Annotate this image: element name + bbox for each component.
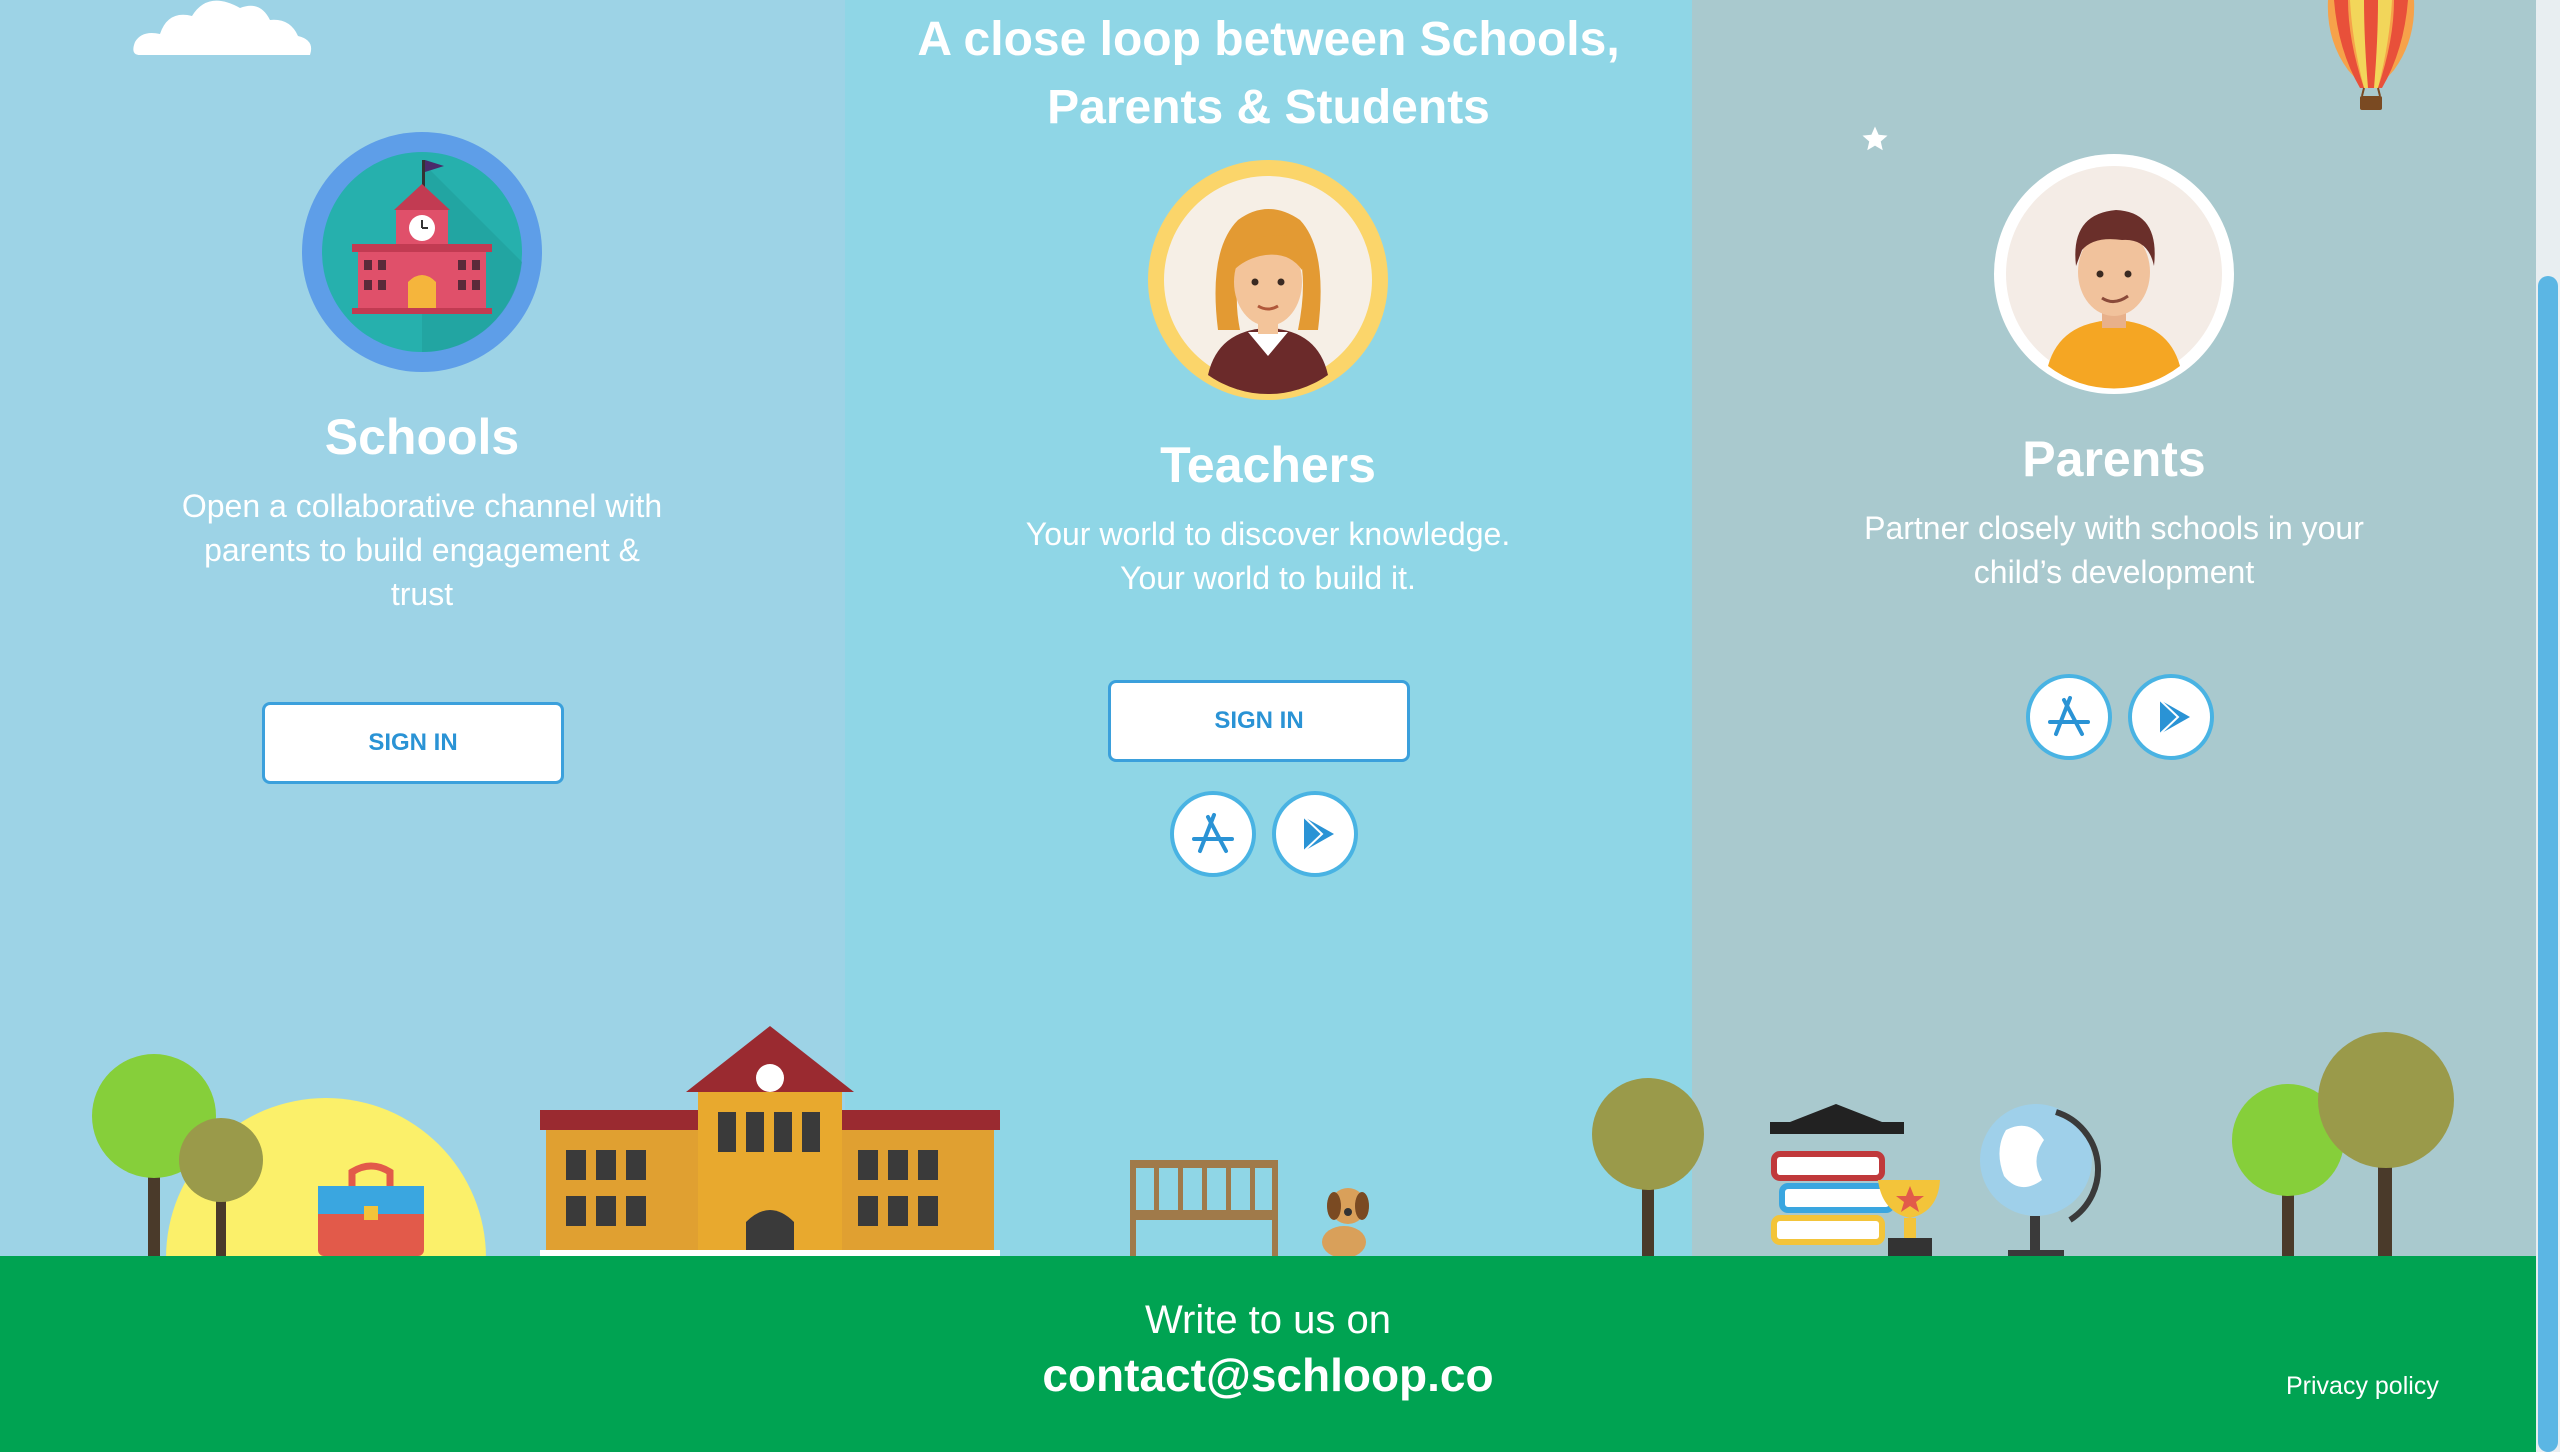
play-store-icon bbox=[2159, 699, 2190, 735]
parents-title: Parents bbox=[2022, 431, 2206, 487]
hot-air-balloon-icon bbox=[2327, 0, 2415, 110]
scrollbar-thumb[interactable] bbox=[2538, 276, 2558, 1452]
teachers-play-store-button[interactable] bbox=[1272, 791, 1358, 877]
teacher-avatar-icon bbox=[1148, 160, 1388, 400]
schools-sign-in-button[interactable]: SIGN IN bbox=[262, 702, 564, 784]
parent-avatar-icon bbox=[1994, 154, 2234, 394]
schools-title: Schools bbox=[324, 409, 520, 465]
school-scene-illustration bbox=[92, 1026, 2454, 1258]
globe-icon bbox=[1980, 1104, 2101, 1258]
schools-desc-line: parents to build engagement & bbox=[204, 532, 640, 568]
teachers-sign-in-button[interactable]: SIGN IN bbox=[1108, 680, 1410, 762]
footer-write-label: Write to us on bbox=[1144, 1298, 1392, 1342]
books-icon bbox=[1770, 1104, 1904, 1245]
site-footer: Write to us on contact@schloop.co Privac… bbox=[0, 1256, 2536, 1452]
teachers-description: Your world to discover knowledge. Your w… bbox=[968, 512, 1568, 600]
schools-description: Open a collaborative channel with parent… bbox=[122, 484, 722, 616]
schools-desc-line: trust bbox=[390, 576, 454, 612]
trophy-icon bbox=[1878, 1180, 1940, 1258]
parents-desc-line: Partner closely with schools in your bbox=[1864, 510, 2364, 546]
page-headline: A close loop between Schools, Parents & … bbox=[845, 6, 1692, 142]
teachers-desc-line: Your world to discover knowledge. bbox=[1025, 516, 1511, 552]
parents-app-store-button[interactable] bbox=[2026, 674, 2112, 760]
tree-icon bbox=[1592, 1078, 1704, 1258]
app-store-icon bbox=[2048, 696, 2090, 736]
star-icon bbox=[1862, 126, 1888, 151]
school-building-icon bbox=[540, 1026, 1000, 1258]
tree-icon bbox=[2318, 1032, 2454, 1258]
school-building-icon bbox=[302, 132, 542, 372]
contact-email-link[interactable]: contact@schloop.co bbox=[0, 1348, 2536, 1402]
headline-line-2: Parents & Students bbox=[1047, 81, 1490, 134]
dog-icon bbox=[1322, 1188, 1369, 1258]
play-store-icon bbox=[1303, 816, 1334, 852]
privacy-policy-link[interactable]: Privacy policy bbox=[2286, 1372, 2439, 1401]
teachers-desc-line: Your world to build it. bbox=[1120, 560, 1416, 596]
parents-description: Partner closely with schools in your chi… bbox=[1814, 506, 2414, 594]
teachers-title: Teachers bbox=[1160, 437, 1376, 493]
parents-play-store-button[interactable] bbox=[2128, 674, 2214, 760]
parents-desc-line: child’s development bbox=[1973, 554, 2255, 590]
headline-line-1: A close loop between Schools, bbox=[917, 13, 1620, 66]
teachers-app-store-button[interactable] bbox=[1170, 791, 1256, 877]
cloud-icon bbox=[133, 0, 312, 55]
bench-icon bbox=[1130, 1160, 1278, 1258]
app-store-icon bbox=[1192, 813, 1234, 853]
schools-desc-line: Open a collaborative channel with bbox=[181, 488, 663, 524]
